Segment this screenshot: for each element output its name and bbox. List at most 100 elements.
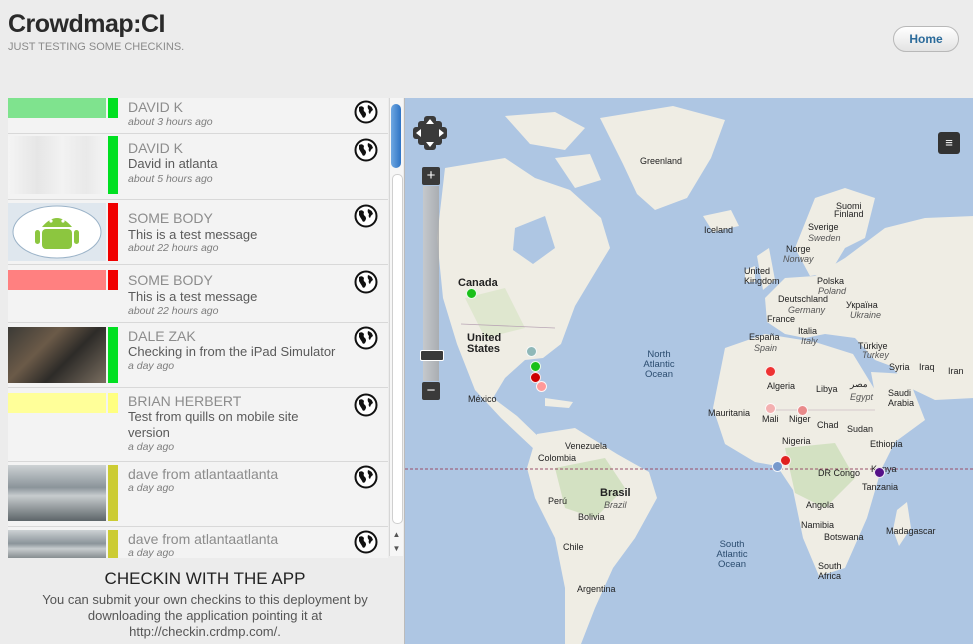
globe-icon[interactable] (354, 270, 378, 299)
home-button[interactable]: Home (893, 26, 959, 52)
list-scrollbar[interactable]: ▲ ▼ (389, 98, 403, 556)
zoom-in-button[interactable]: + (422, 167, 440, 185)
checkin-item[interactable]: DALE ZAK Checking in from the iPad Simul… (8, 323, 388, 388)
map-label-finland: Finland (834, 209, 864, 219)
checkin-item[interactable]: dave from atlantaatlanta a day ago (8, 462, 388, 527)
map-label-namibia: Namibia (801, 520, 835, 530)
map-label-nigeria: Nigeria (782, 436, 811, 446)
zoom-slider-handle[interactable] (420, 350, 444, 361)
checkin-sidebar: DAVID K about 3 hours ago DAVID K David … (0, 98, 404, 644)
checkin-marker[interactable] (526, 346, 537, 357)
scrollbar-track[interactable] (392, 174, 403, 524)
map-label-iran: Iran (948, 366, 964, 376)
map-label-madagascar: Madagascar (886, 526, 936, 536)
checkin-status-stripe (108, 136, 118, 194)
checkin-user-name[interactable]: SOME BODY (128, 272, 213, 288)
zoom-out-button[interactable]: − (422, 382, 440, 400)
checkin-status-stripe (108, 98, 118, 118)
map-label-uk: United Kingdom (744, 266, 780, 286)
checkin-photo[interactable] (8, 530, 106, 558)
map-label-colombia: Colombia (538, 453, 577, 463)
checkin-user-name[interactable]: SOME BODY (128, 210, 213, 226)
checkin-item[interactable]: DAVID K David in atlanta about 5 hours a… (8, 134, 388, 200)
scroll-up-arrow-icon[interactable]: ▲ (390, 529, 403, 541)
map-label-france: France (767, 314, 796, 324)
checkin-marker[interactable] (530, 361, 541, 372)
map-label-polska: Polska (817, 276, 845, 286)
checkin-marker[interactable] (765, 366, 776, 377)
checkin-photo[interactable] (8, 136, 106, 194)
checkin-color-swatch (8, 393, 106, 413)
checkin-list[interactable]: DAVID K about 3 hours ago DAVID K David … (8, 98, 388, 558)
checkin-marker[interactable] (797, 405, 808, 416)
checkin-user-name[interactable]: dave from atlantaatlanta (128, 531, 278, 547)
scroll-down-arrow-icon[interactable]: ▼ (390, 543, 403, 555)
checkin-marker[interactable] (765, 403, 776, 414)
checkin-marker[interactable] (466, 288, 477, 299)
checkin-item[interactable]: SOME BODY This is a test message about 2… (8, 200, 388, 265)
map-label-italia: Italia (798, 326, 818, 336)
site-tagline: JUST TESTING SOME CHECKINS. (8, 41, 185, 53)
checkin-photo[interactable] (8, 465, 106, 521)
map-label-south-atlantic: South Atlantic Ocean (716, 539, 748, 570)
android-icon (12, 205, 102, 259)
checkin-item[interactable]: dave from atlantaatlanta a day ago (8, 527, 388, 558)
checkin-message: This is a test message (128, 289, 258, 304)
checkin-marker[interactable] (874, 467, 885, 478)
map-label-ukraine: Ukraine (850, 310, 882, 320)
map-label-mali: Mali (762, 414, 779, 424)
globe-icon[interactable] (354, 465, 378, 494)
map-label-argentina: Argentina (577, 584, 616, 594)
globe-icon[interactable] (354, 393, 378, 422)
checkin-time: about 5 hours ago (128, 173, 213, 185)
globe-icon[interactable] (354, 326, 378, 355)
checkin-user-name[interactable]: DAVID K (128, 140, 183, 156)
map-label-syria: Syria (889, 362, 910, 372)
checkin-user-name[interactable]: dave from atlantaatlanta (128, 466, 278, 482)
map-label-egypt-native: مصر (850, 379, 868, 389)
checkin-user-name[interactable]: DALE ZAK (128, 328, 196, 344)
map-label-united-states: United States (467, 332, 502, 355)
globe-icon[interactable] (354, 204, 378, 233)
checkin-time: a day ago (128, 482, 175, 494)
map-label-botswana: Botswana (824, 532, 864, 542)
map-label-venezuela: Venezuela (565, 441, 608, 451)
checkin-time: about 22 hours ago (128, 305, 219, 317)
checkin-status-stripe (108, 203, 118, 261)
checkin-photo[interactable] (8, 327, 106, 383)
checkin-color-swatch (8, 270, 106, 290)
globe-icon[interactable] (354, 530, 378, 558)
checkin-user-name[interactable]: DAVID K (128, 99, 183, 115)
map-label-chile: Chile (563, 542, 584, 552)
map-pan-control[interactable] (413, 116, 447, 150)
map-label-peru: Perú (548, 496, 568, 506)
map-label-deutschland: Deutschland (778, 294, 829, 304)
map-label-norge: Norge (786, 244, 811, 254)
checkin-item[interactable]: DAVID K about 3 hours ago (8, 98, 388, 134)
checkin-marker[interactable] (772, 461, 783, 472)
checkin-user-name[interactable]: BRIAN HERBERT (128, 393, 241, 409)
map-label-dr-congo: DR Congo (818, 468, 861, 478)
checkin-time: about 3 hours ago (128, 116, 213, 128)
scrollbar-thumb[interactable] (391, 104, 401, 168)
globe-icon[interactable] (354, 100, 378, 129)
site-title[interactable]: Crowdmap:CI (8, 10, 166, 39)
map-label-bolivia: Bolivia (578, 512, 605, 522)
checkin-status-stripe (108, 327, 118, 383)
checkin-message: Checking in from the iPad Simulator (128, 344, 336, 359)
checkin-item[interactable]: BRIAN HERBERT Test from quills on mobile… (8, 388, 388, 462)
checkin-time: about 22 hours ago (128, 242, 219, 254)
checkin-status-stripe (108, 393, 118, 413)
checkin-status-stripe (108, 530, 118, 558)
checkin-photo[interactable] (8, 203, 106, 261)
map-label-saudi-arabia: Saudi Arabia (888, 388, 915, 408)
checkin-message: Test from quills on mobile site version (128, 409, 299, 440)
checkin-map[interactable]: Greenland Iceland Canada United States M… (404, 98, 973, 644)
map-label-mexico: México (468, 394, 497, 404)
layers-icon[interactable]: ≡ (938, 132, 960, 154)
checkin-time: a day ago (128, 360, 175, 372)
globe-icon[interactable] (354, 138, 378, 167)
checkin-marker[interactable] (536, 381, 547, 392)
map-label-ukraine-native: Україна (846, 300, 878, 310)
checkin-item[interactable]: SOME BODY This is a test message about 2… (8, 265, 388, 323)
